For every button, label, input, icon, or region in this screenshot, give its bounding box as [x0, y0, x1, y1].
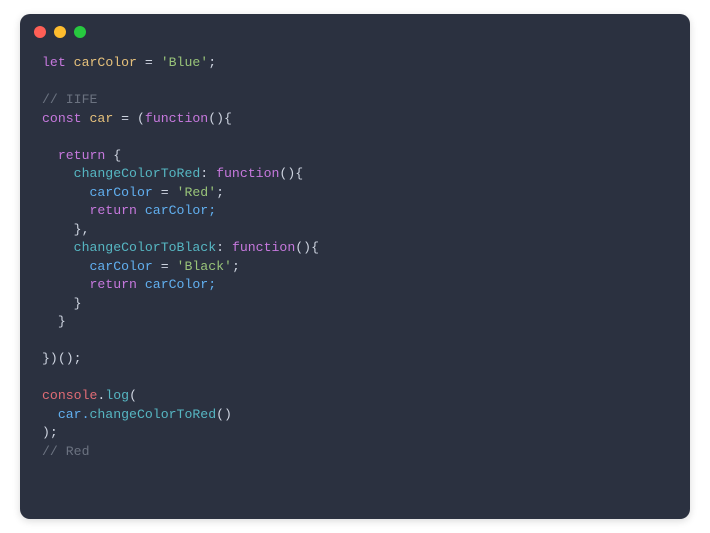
brace: } — [42, 314, 66, 329]
string: 'Black' — [169, 259, 232, 274]
punc: })(); — [42, 351, 82, 366]
code-window: let carColor = 'Blue'; // IIFE const car… — [20, 14, 690, 519]
punc: (){ — [208, 111, 232, 126]
semicolon: ; — [208, 55, 216, 70]
brace: }, — [42, 222, 89, 237]
code-block: let carColor = 'Blue'; // IIFE const car… — [20, 50, 690, 479]
method: changeColorToRed — [89, 407, 216, 422]
semicolon: ; — [216, 185, 224, 200]
object-console: console — [42, 388, 97, 403]
string: 'Blue' — [153, 55, 208, 70]
titlebar — [20, 14, 690, 50]
op-eq: = — [161, 185, 169, 200]
keyword-function: function — [232, 240, 295, 255]
paren: ( — [129, 111, 145, 126]
identifier: car. — [42, 407, 89, 422]
keyword-return: return — [42, 277, 137, 292]
property: changeColorToBlack — [42, 240, 216, 255]
colon: : — [216, 240, 232, 255]
close-icon[interactable] — [34, 26, 46, 38]
keyword-let: let — [42, 55, 66, 70]
keyword-const: const — [42, 111, 82, 126]
brace: { — [105, 148, 121, 163]
property: changeColorToRed — [42, 166, 200, 181]
identifier: carColor; — [137, 203, 216, 218]
comment: // Red — [42, 444, 89, 459]
punc: (){ — [279, 166, 303, 181]
maximize-icon[interactable] — [74, 26, 86, 38]
paren: ); — [42, 425, 58, 440]
brace: } — [42, 296, 82, 311]
var-name: car — [82, 111, 122, 126]
colon: : — [200, 166, 216, 181]
op-eq: = — [121, 111, 129, 126]
parens: () — [216, 407, 232, 422]
op-eq: = — [161, 259, 169, 274]
punc: (){ — [295, 240, 319, 255]
paren: ( — [129, 388, 137, 403]
identifier: carColor; — [137, 277, 216, 292]
minimize-icon[interactable] — [54, 26, 66, 38]
comment: // IIFE — [42, 92, 97, 107]
keyword-return: return — [42, 203, 137, 218]
op-eq: = — [145, 55, 153, 70]
keyword-function: function — [145, 111, 208, 126]
semicolon: ; — [232, 259, 240, 274]
keyword-function: function — [216, 166, 279, 181]
method-log: log — [105, 388, 129, 403]
identifier: carColor — [42, 185, 161, 200]
string: 'Red' — [169, 185, 216, 200]
identifier: carColor — [42, 259, 161, 274]
var-name: carColor — [66, 55, 145, 70]
keyword-return: return — [42, 148, 105, 163]
